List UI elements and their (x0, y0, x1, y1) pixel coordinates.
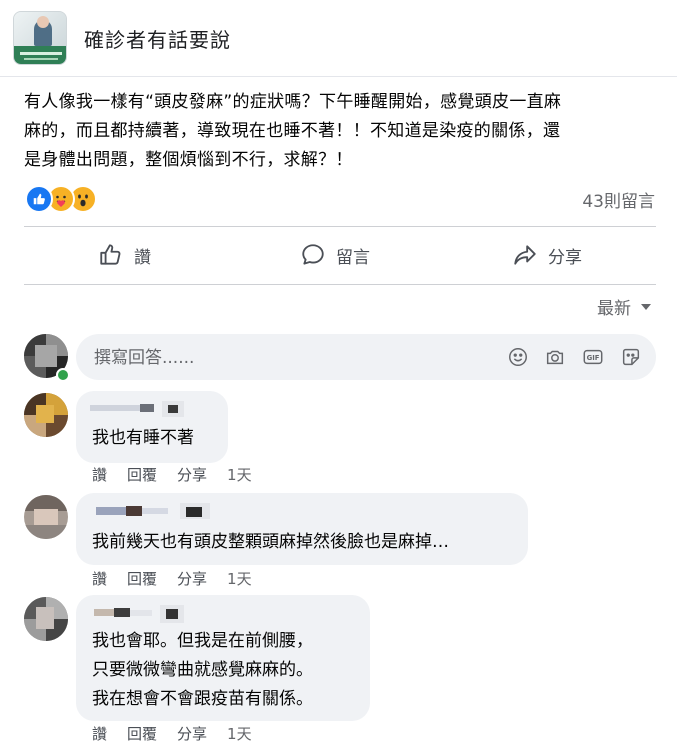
comment-reply-link[interactable]: 回覆 (127, 464, 157, 485)
comment-input[interactable] (92, 334, 476, 382)
comment-like-link[interactable]: 讚 (92, 464, 107, 485)
sort-label: 最新 (597, 299, 631, 319)
comment-sort-dropdown[interactable]: 最新 (597, 294, 653, 319)
commenter-name[interactable] (90, 605, 154, 619)
comment-actions: 讚 回覆 分享 1天 (92, 723, 252, 744)
like-button-label: 讚 (134, 247, 151, 268)
comment-composer[interactable]: GIF (76, 334, 656, 382)
commenter-name[interactable] (90, 503, 170, 517)
comment-reply-link[interactable]: 回覆 (127, 723, 157, 744)
comment-button-label: 留言 (336, 247, 370, 268)
comment-share-link[interactable]: 分享 (177, 464, 207, 485)
share-button-label: 分享 (548, 247, 582, 268)
gif-icon[interactable]: GIF (581, 345, 605, 369)
group-name[interactable]: 確診者有話要說 (84, 24, 231, 53)
group-avatar[interactable] (13, 11, 67, 65)
emoji-icon[interactable] (506, 345, 530, 369)
divider (24, 284, 656, 285)
sticker-icon[interactable] (619, 345, 643, 369)
comment-share-link[interactable]: 分享 (177, 568, 207, 589)
comment-bubble: 我也有睡不著 (76, 391, 228, 463)
comment-share-link[interactable]: 分享 (177, 723, 207, 744)
header-divider (0, 76, 677, 77)
comment-timestamp[interactable]: 1天 (227, 723, 252, 744)
comment-timestamp[interactable]: 1天 (227, 464, 252, 485)
like-icon (25, 185, 53, 213)
camera-icon[interactable] (543, 345, 567, 369)
comment-timestamp[interactable]: 1天 (227, 568, 252, 589)
comment-bubble: 我前幾天也有頭皮整顆頭麻掉然後臉也是麻掉… (76, 493, 528, 565)
divider (24, 226, 656, 227)
comment-text: 我也會耶。但我是在前側腰， (92, 631, 313, 651)
comment-actions: 讚 回覆 分享 1天 (92, 568, 252, 589)
comment-bubble: 我也會耶。但我是在前側腰， 只要微微彎曲就感覺麻麻的。 我在想會不會跟疫苗有關係… (76, 595, 370, 721)
online-status-dot (56, 368, 70, 382)
comment-button[interactable]: 留言 (300, 237, 370, 273)
comment-text: 只要微微彎曲就感覺麻麻的。 (92, 660, 313, 680)
share-button[interactable]: 分享 (512, 237, 582, 273)
avatar[interactable] (24, 597, 68, 641)
avatar[interactable] (24, 393, 68, 437)
post-text-line: 有人像我一樣有“頭皮發麻”的症狀嗎？下午睡醒開始，感覺頭皮一直麻 (24, 92, 562, 112)
post-text-line: 麻的，而且都持續著，導致現在也睡不著！！不知道是染疫的關係，還 (24, 121, 561, 141)
like-button[interactable]: 讚 (98, 237, 151, 273)
svg-text:GIF: GIF (587, 354, 600, 362)
comment-count[interactable]: 43則留言 (582, 187, 655, 212)
comment-reply-link[interactable]: 回覆 (127, 568, 157, 589)
reaction-summary[interactable] (25, 185, 105, 213)
comment-bubble-icon (302, 244, 324, 265)
comment-text: 我也有睡不著 (92, 428, 194, 448)
group-header: 確診者有話要說 (0, 0, 677, 76)
post-text-line: 是身體出問題，整個煩惱到不行，求解？！ (24, 150, 353, 170)
thumbs-up-icon (100, 244, 121, 265)
comment-text: 我前幾天也有頭皮整顆頭麻掉然後臉也是麻掉… (92, 532, 449, 552)
comment-actions: 讚 回覆 分享 1天 (92, 464, 252, 485)
comment-like-link[interactable]: 讚 (92, 568, 107, 589)
comment-like-link[interactable]: 讚 (92, 723, 107, 744)
commenter-name[interactable] (90, 401, 154, 415)
caret-down-icon (641, 303, 651, 310)
share-arrow-icon (514, 245, 536, 265)
avatar[interactable] (24, 495, 68, 539)
comment-text: 我在想會不會跟疫苗有關係。 (92, 689, 313, 709)
post-text: 有人像我一樣有“頭皮發麻”的症狀嗎？下午睡醒開始，感覺頭皮一直麻 麻的，而且都持… (24, 88, 664, 175)
